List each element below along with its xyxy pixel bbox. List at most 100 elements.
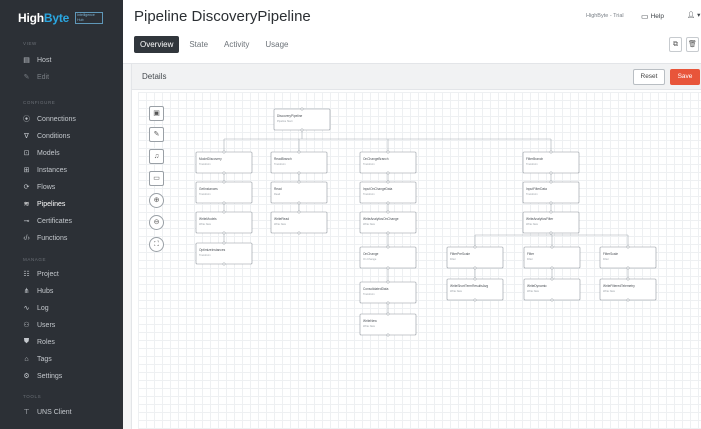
input-port[interactable] xyxy=(550,245,554,249)
save-button[interactable]: Save xyxy=(670,69,700,85)
input-port[interactable] xyxy=(297,150,301,154)
input-port[interactable] xyxy=(222,180,226,184)
pipeline-node[interactable]: DiscoveryPipelinePipeline Start xyxy=(273,107,331,132)
output-port[interactable] xyxy=(297,201,301,205)
input-port[interactable] xyxy=(386,245,390,249)
sidebar-item-hubs[interactable]: ⋔ Hubs xyxy=(22,285,54,297)
output-port[interactable] xyxy=(626,298,630,302)
sidebar-item-host[interactable]: ▤ Host xyxy=(22,54,51,66)
sidebar-item-uns-client[interactable]: ⊤ UNS Client xyxy=(22,406,71,418)
output-port[interactable] xyxy=(300,128,304,132)
input-port[interactable] xyxy=(626,277,630,281)
pipeline-node[interactable]: OnChangeBranchTransform xyxy=(359,150,417,175)
input-port[interactable] xyxy=(549,150,553,154)
fit-view-button[interactable]: ⛶ xyxy=(149,237,164,252)
output-port[interactable] xyxy=(386,231,390,235)
output-port[interactable] xyxy=(549,201,553,205)
pipeline-node[interactable]: WriteAnalyticsOnChangeWrite New xyxy=(359,210,417,235)
output-port[interactable] xyxy=(473,298,477,302)
pipeline-node[interactable]: GetInstancesTransform xyxy=(195,180,253,205)
input-port[interactable] xyxy=(473,277,477,281)
tab-activity[interactable]: Activity xyxy=(218,36,255,53)
input-port[interactable] xyxy=(550,277,554,281)
sidebar-item-certificates[interactable]: ⊸ Certificates xyxy=(22,215,72,227)
pipeline-node[interactable]: InputFilterDataTransform xyxy=(522,180,580,205)
pipeline-canvas[interactable]: DiscoveryPipeline Pipeline Start ModelDisc… xyxy=(138,92,701,429)
input-port[interactable] xyxy=(386,210,390,214)
output-port[interactable] xyxy=(386,301,390,305)
output-port[interactable] xyxy=(297,231,301,235)
pipeline-node[interactable]: OnChangeOn Change xyxy=(359,245,417,270)
sidebar-item-users[interactable]: ⚇ Users xyxy=(22,319,55,331)
sidebar-item-conditions[interactable]: ∇ Conditions xyxy=(22,130,70,142)
tool-edit-button[interactable]: ✎ xyxy=(149,127,164,142)
pipeline-node[interactable]: ReadBranchTransform xyxy=(270,150,328,175)
tab-overview[interactable]: Overview xyxy=(134,36,180,53)
sidebar-item-tags[interactable]: ⌂ Tags xyxy=(22,353,51,365)
input-port[interactable] xyxy=(297,210,301,214)
pipeline-node[interactable]: WriteNewWrite New xyxy=(359,312,417,337)
pipeline-node[interactable]: FilterPreScaleFilter xyxy=(446,245,504,270)
pipeline-node[interactable]: WriteModelsWrite New xyxy=(195,210,253,235)
sidebar-item-project[interactable]: ☷ Project xyxy=(22,268,58,280)
pipeline-node[interactable]: WriteFilteredTelemetryWrite New xyxy=(599,277,657,302)
sidebar-item-roles[interactable]: ⛊ Roles xyxy=(22,336,55,348)
sidebar-item-instances[interactable]: ⊞ Instances xyxy=(22,164,67,176)
output-port[interactable] xyxy=(222,262,226,266)
user-menu[interactable]: 👤︎ ▾ xyxy=(687,11,700,19)
output-port[interactable] xyxy=(222,201,226,205)
output-port[interactable] xyxy=(386,171,390,175)
pipeline-node[interactable]: WriteDynamicWrite New xyxy=(523,277,581,302)
output-port[interactable] xyxy=(549,231,553,235)
input-port[interactable] xyxy=(386,150,390,154)
brand[interactable]: HighByte Intelligence Hub xyxy=(0,0,123,36)
sidebar-item-functions[interactable]: ‹/› Functions xyxy=(22,232,67,244)
input-port[interactable] xyxy=(473,245,477,249)
output-port[interactable] xyxy=(386,266,390,270)
input-port[interactable] xyxy=(297,180,301,184)
tool-comment-button[interactable]: ▭ xyxy=(149,171,164,186)
zoom-out-button[interactable]: ⊖ xyxy=(149,215,164,230)
output-port[interactable] xyxy=(550,266,554,270)
pipeline-node[interactable]: WriteShortTermResultsAvgWrite New xyxy=(446,277,504,302)
pipeline-node[interactable]: ReadRead xyxy=(270,180,328,205)
sidebar-item-flows[interactable]: ⟳ Flows xyxy=(22,181,56,193)
output-port[interactable] xyxy=(386,333,390,337)
input-port[interactable] xyxy=(222,150,226,154)
delete-button[interactable]: 🗑︎ xyxy=(686,37,699,52)
input-port[interactable] xyxy=(300,107,304,111)
copy-button[interactable]: ⧉ xyxy=(669,37,682,52)
input-port[interactable] xyxy=(549,210,553,214)
input-port[interactable] xyxy=(386,280,390,284)
sidebar-item-log[interactable]: ∿ Log xyxy=(22,302,49,314)
tool-bell-button[interactable]: ♫ xyxy=(149,149,164,164)
sidebar-item-connections[interactable]: ⦿ Connections xyxy=(22,113,76,125)
input-port[interactable] xyxy=(549,180,553,184)
pipeline-node[interactable]: ModelDiscoveryTransform xyxy=(195,150,253,175)
output-port[interactable] xyxy=(549,171,553,175)
input-port[interactable] xyxy=(222,241,226,245)
output-port[interactable] xyxy=(386,201,390,205)
help-button[interactable]: ▭ Help xyxy=(641,9,664,23)
zoom-in-button[interactable]: ⊕ xyxy=(149,193,164,208)
reset-button[interactable]: Reset xyxy=(633,69,665,85)
pipeline-node[interactable]: OptimizeInstancesTransform xyxy=(195,241,253,266)
pipeline-node[interactable]: FilterFilter xyxy=(523,245,581,270)
pipeline-node[interactable]: WriteReadWrite New xyxy=(270,210,328,235)
output-port[interactable] xyxy=(626,266,630,270)
pipeline-node[interactable]: FilterScaleFilter xyxy=(599,245,657,270)
input-port[interactable] xyxy=(386,180,390,184)
output-port[interactable] xyxy=(473,266,477,270)
sidebar-item-settings[interactable]: ⚙ Settings xyxy=(22,370,62,382)
sidebar-item-edit[interactable]: ✎ Edit xyxy=(22,71,50,83)
input-port[interactable] xyxy=(386,312,390,316)
sidebar-item-models[interactable]: ⊡ Models xyxy=(22,147,60,159)
input-port[interactable] xyxy=(222,210,226,214)
pipeline-graph[interactable]: DiscoveryPipelinePipeline Start ModelDisc… xyxy=(138,92,701,429)
pipeline-node[interactable]: ConsolidatedDataTransform xyxy=(359,280,417,305)
tool-palette-button[interactable]: ▣ xyxy=(149,106,164,121)
input-port[interactable] xyxy=(626,245,630,249)
output-port[interactable] xyxy=(222,171,226,175)
tab-state[interactable]: State xyxy=(183,36,214,53)
pipeline-node[interactable]: WriteAnalyticsFilterWrite New xyxy=(522,210,580,235)
